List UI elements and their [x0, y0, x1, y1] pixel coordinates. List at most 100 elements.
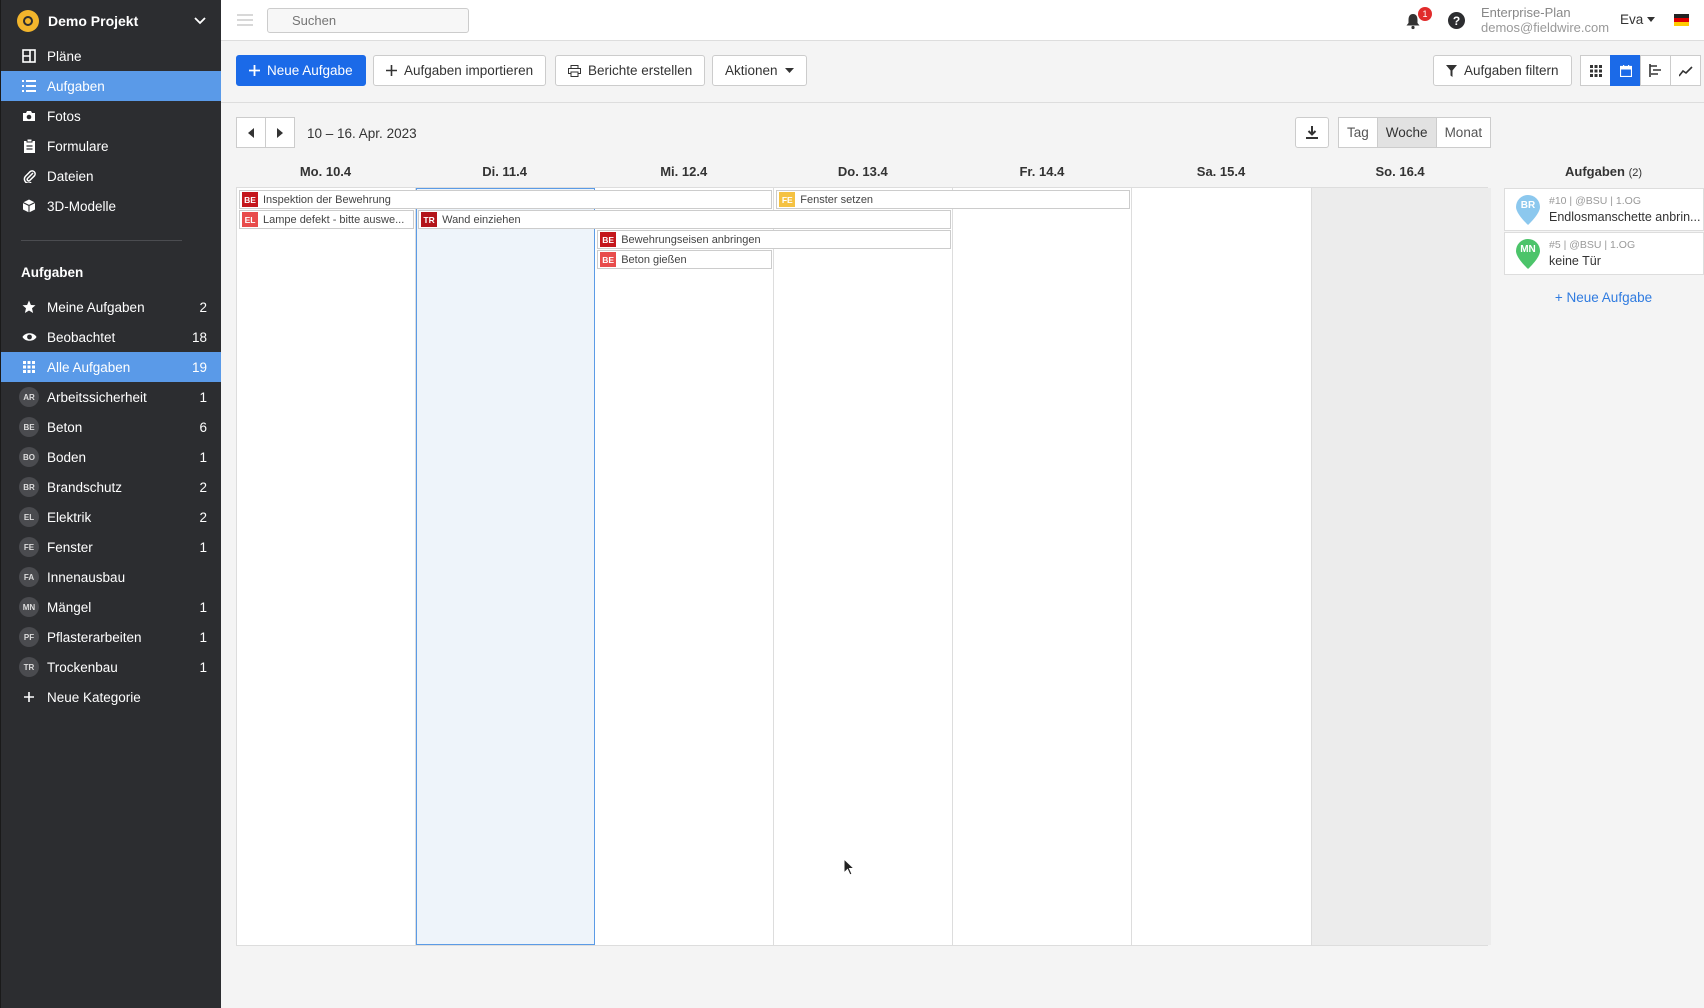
category-badge: BO	[19, 447, 39, 467]
grid-icon	[21, 361, 37, 373]
nav-item-1[interactable]: Aufgaben	[1, 71, 221, 101]
category-item[interactable]: FA Innenausbau	[1, 562, 221, 592]
project-switcher[interactable]: Demo Projekt	[1, 0, 221, 41]
day-header: So. 16.4	[1375, 164, 1425, 179]
day-column[interactable]	[595, 188, 775, 945]
day-column[interactable]	[416, 188, 596, 945]
new-category-button[interactable]: Neue Kategorie	[1, 682, 221, 712]
nav-item-3[interactable]: Formulare	[1, 131, 221, 161]
category-badge: AR	[19, 387, 39, 407]
chevron-down-icon	[194, 16, 206, 24]
unscheduled-title-text: Aufgaben	[1564, 164, 1625, 179]
user-name: Eva	[1620, 12, 1644, 27]
task-category-badge: BE	[242, 192, 258, 207]
calendar-task[interactable]: FE Fenster setzen	[776, 190, 1131, 209]
calendar-task[interactable]: TR Wand einziehen	[418, 210, 952, 229]
gantt-view-button[interactable]	[1640, 55, 1671, 86]
nav-item-2[interactable]: Fotos	[1, 101, 221, 131]
toolbar: Neue Aufgabe Aufgaben importieren Berich…	[221, 41, 1704, 103]
category-item[interactable]: TR Trockenbau 1	[1, 652, 221, 682]
category-item[interactable]: EL Elektrik 2	[1, 502, 221, 532]
caret-left-icon	[248, 127, 254, 138]
category-badge: MN	[19, 597, 39, 617]
next-week-button[interactable]	[265, 117, 295, 148]
plan-email: demos@fieldwire.com	[1481, 20, 1610, 35]
unscheduled-task-card[interactable]: BR #10 | @BSU | 1.OG Endlosmanschette anbr…	[1504, 188, 1704, 231]
actions-label: Aktionen	[725, 63, 778, 78]
nav-item-label: Pläne	[47, 48, 82, 64]
new-category-label: Neue Kategorie	[47, 689, 141, 705]
mouse-cursor-icon	[843, 858, 855, 876]
actions-dropdown[interactable]: Aktionen	[712, 55, 807, 86]
calendar-task[interactable]: EL Lampe defekt - bitte auswe...	[239, 210, 415, 229]
prev-week-button[interactable]	[236, 117, 266, 148]
task-title: Beton gießen	[621, 253, 687, 266]
nav-item-label: Formulare	[47, 138, 109, 154]
grid-view-button[interactable]	[1580, 55, 1611, 86]
day-column[interactable]	[1133, 188, 1312, 945]
task-filter-count: 18	[191, 329, 207, 345]
star-icon	[21, 300, 37, 314]
range-button[interactable]: Tag	[1338, 117, 1378, 148]
project-logo-icon	[17, 9, 39, 32]
view-switcher	[1580, 55, 1701, 86]
day-column[interactable]	[953, 188, 1133, 945]
day-column[interactable]	[1311, 188, 1491, 945]
import-tasks-button[interactable]: Aufgaben importieren	[373, 55, 547, 86]
new-task-link[interactable]: + Neue Aufgabe	[1503, 290, 1704, 305]
category-label: Beton	[47, 419, 83, 435]
new-task-button[interactable]: Neue Aufgabe	[236, 55, 366, 86]
tasks-section-title: Aufgaben	[21, 264, 84, 280]
day-column[interactable]	[774, 188, 954, 945]
calendar-grid: BE Inspektion der Bewehrung FE Fenster setz…	[236, 187, 1491, 946]
nav-item-4[interactable]: Dateien	[1, 161, 221, 191]
caret-down-icon	[784, 68, 794, 73]
task-filter-item[interactable]: Alle Aufgaben 19	[1, 352, 221, 382]
grid-icon	[1589, 64, 1602, 77]
nav-item-0[interactable]: Pläne	[1, 41, 221, 71]
category-count: 6	[199, 419, 207, 435]
plan-name: Enterprise-Plan	[1481, 5, 1571, 20]
eye-icon	[21, 332, 37, 342]
calendar-task[interactable]: BE Bewehrungseisen anbringen	[597, 230, 952, 249]
category-item[interactable]: PF Pflasterarbeiten 1	[1, 622, 221, 652]
task-filter-count: 2	[199, 299, 207, 315]
category-item[interactable]: BR Brandschutz 2	[1, 472, 221, 502]
german-flag-icon[interactable]	[1674, 14, 1689, 26]
task-filter-item[interactable]: Meine Aufgaben 2	[1, 292, 221, 322]
create-reports-button[interactable]: Berichte erstellen	[555, 55, 706, 86]
category-badge: FA	[19, 567, 39, 587]
download-button[interactable]	[1295, 117, 1329, 148]
task-filter-label: Alle Aufgaben	[47, 359, 131, 375]
task-filter-label: Beobachtet	[47, 329, 116, 345]
camera-icon	[21, 110, 37, 122]
category-item[interactable]: BO Boden 1	[1, 442, 221, 472]
range-button[interactable]: Woche	[1376, 117, 1437, 148]
category-item[interactable]: AR Arbeitssicherheit 1	[1, 382, 221, 412]
category-label: Fenster	[47, 539, 93, 555]
nav-item-5[interactable]: 3D-Modelle	[1, 191, 221, 221]
category-count: 2	[199, 509, 207, 525]
calendar-task[interactable]: BE Inspektion der Bewehrung	[239, 190, 773, 209]
day-column[interactable]	[237, 188, 417, 945]
category-item[interactable]: MN Mängel 1	[1, 592, 221, 622]
menu-icon[interactable]	[237, 13, 253, 27]
range-button[interactable]: Monat	[1435, 117, 1492, 148]
calendar-view-button[interactable]	[1610, 55, 1641, 86]
help-icon[interactable]: ?	[1448, 12, 1465, 29]
task-filter-item[interactable]: Beobachtet 18	[1, 322, 221, 352]
pin-category-label: BR	[1520, 200, 1536, 211]
category-item[interactable]: BE Beton 6	[1, 412, 221, 442]
category-count: 1	[199, 449, 207, 465]
user-menu[interactable]: Eva	[1620, 12, 1656, 27]
task-title: Fenster setzen	[800, 193, 874, 206]
range-switcher: Tag Woche Monat	[1338, 117, 1492, 148]
cube-icon	[21, 199, 37, 213]
unscheduled-task-card[interactable]: MN #5 | @BSU | 1.OG keine Tür	[1504, 232, 1704, 275]
calendar-task[interactable]: BE Beton gießen	[597, 250, 773, 269]
chart-view-button[interactable]	[1670, 55, 1701, 86]
category-item[interactable]: FE Fenster 1	[1, 532, 221, 562]
search-input[interactable]	[292, 13, 468, 28]
category-badge: PF	[19, 627, 39, 647]
filter-tasks-button[interactable]: Aufgaben filtern	[1433, 55, 1572, 86]
